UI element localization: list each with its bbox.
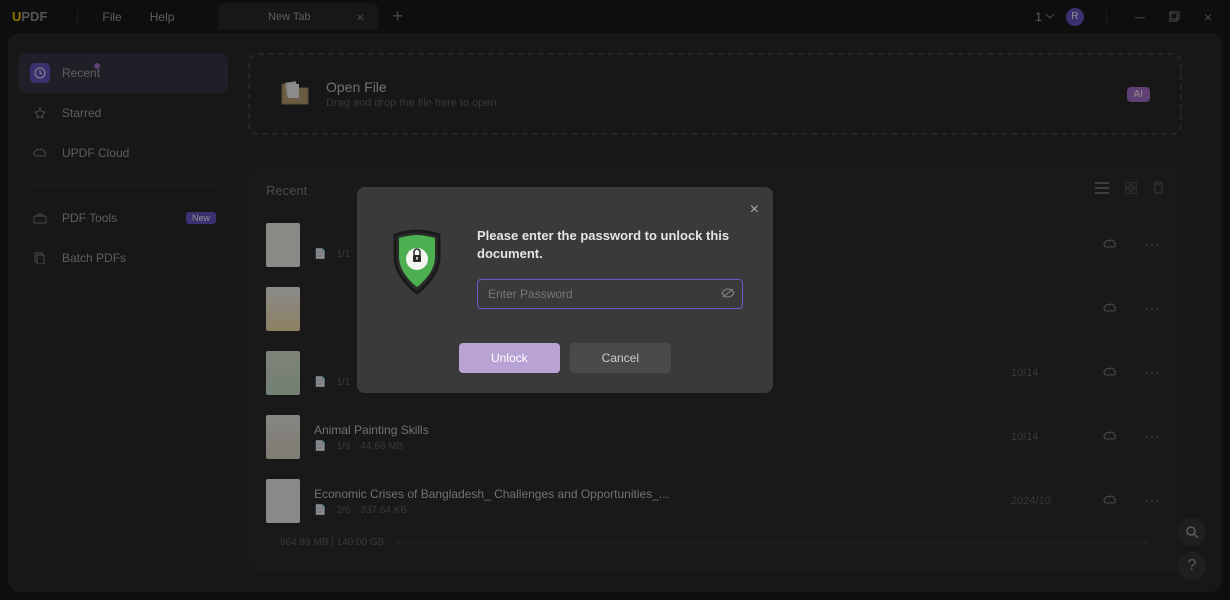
password-input[interactable] bbox=[477, 279, 743, 309]
password-modal: × Please enter the password to unlock th… bbox=[357, 187, 773, 393]
modal-close-button[interactable]: × bbox=[750, 201, 759, 219]
modal-message: Please enter the password to unlock this… bbox=[477, 227, 743, 263]
unlock-button[interactable]: Unlock bbox=[459, 343, 560, 373]
toggle-visibility-icon[interactable] bbox=[721, 285, 735, 303]
shield-lock-icon bbox=[387, 227, 447, 297]
modal-overlay: × Please enter the password to unlock th… bbox=[0, 0, 1230, 600]
cancel-button[interactable]: Cancel bbox=[570, 343, 671, 373]
